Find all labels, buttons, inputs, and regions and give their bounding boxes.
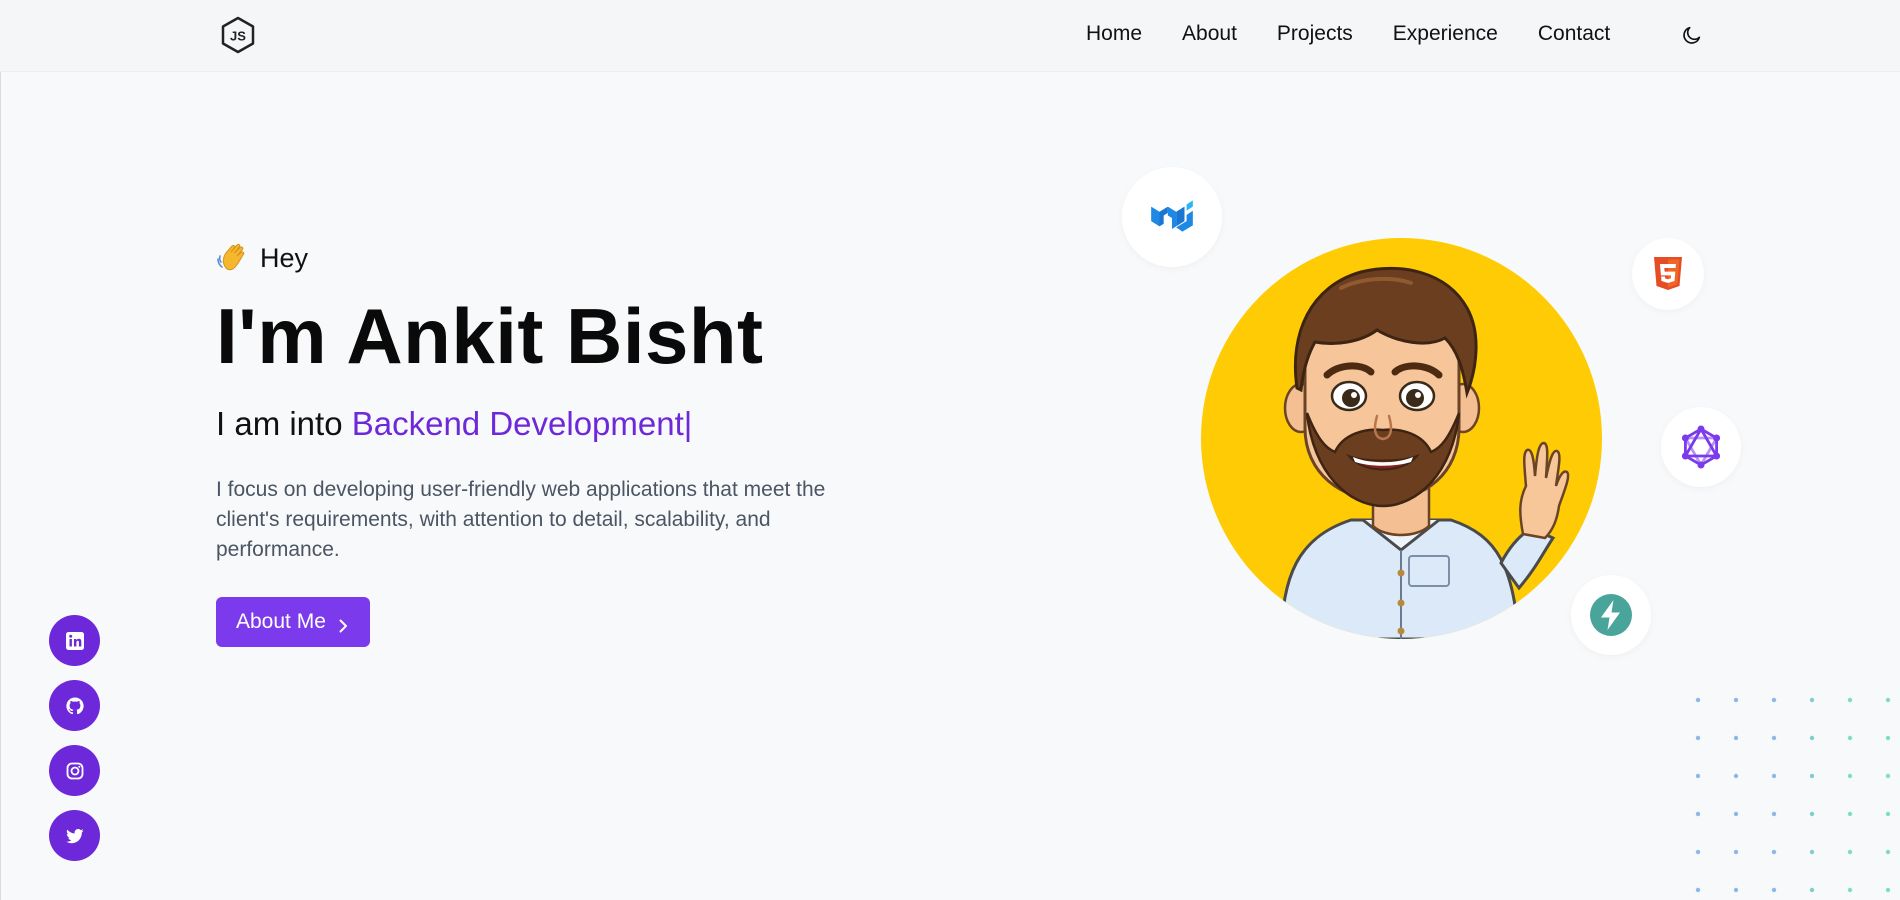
nav-experience[interactable]: Experience — [1393, 22, 1498, 46]
waving-hand-icon — [216, 240, 252, 276]
nav-links: Home About Projects Experience Contact — [1086, 22, 1650, 46]
top-navbar: JS Home About Projects Experience Contac… — [0, 0, 1900, 72]
greeting-text: Hey — [260, 242, 309, 273]
about-me-label: About Me — [236, 610, 326, 634]
html5-icon — [1632, 238, 1704, 310]
linkedin-icon[interactable] — [49, 615, 100, 666]
greeting: Hey — [216, 240, 916, 276]
hero-tagline: I am into Backend Development| — [216, 404, 916, 444]
nodejs-logo-icon[interactable]: JS — [220, 16, 256, 54]
typing-caret: | — [683, 404, 693, 442]
nav-contact[interactable]: Contact — [1538, 22, 1610, 46]
github-icon[interactable] — [49, 680, 100, 731]
material-ui-icon — [1122, 167, 1222, 267]
decorative-dot-grid — [1695, 697, 1891, 893]
social-links — [49, 615, 100, 875]
hero-description: I focus on developing user-friendly web … — [216, 478, 826, 562]
instagram-icon[interactable] — [49, 745, 100, 796]
graphql-icon — [1661, 407, 1741, 487]
chevron-right-icon — [336, 615, 350, 633]
avatar — [1201, 238, 1602, 639]
fastapi-icon — [1571, 575, 1651, 655]
typed-role: Backend Development — [351, 404, 684, 442]
page-left-border — [0, 72, 1, 900]
twitter-icon[interactable] — [49, 810, 100, 861]
svg-text:JS: JS — [230, 29, 246, 44]
nav-projects[interactable]: Projects — [1277, 22, 1353, 46]
hero-section: Hey I'm Ankit Bisht I am into Backend De… — [216, 240, 916, 648]
hero-name: I'm Ankit Bisht — [216, 292, 764, 380]
about-me-button[interactable]: About Me — [216, 597, 370, 648]
tagline-prefix: I am into — [216, 404, 343, 442]
moon-icon[interactable] — [1681, 24, 1703, 46]
nav-about[interactable]: About — [1182, 22, 1237, 46]
nav-home[interactable]: Home — [1086, 22, 1142, 46]
